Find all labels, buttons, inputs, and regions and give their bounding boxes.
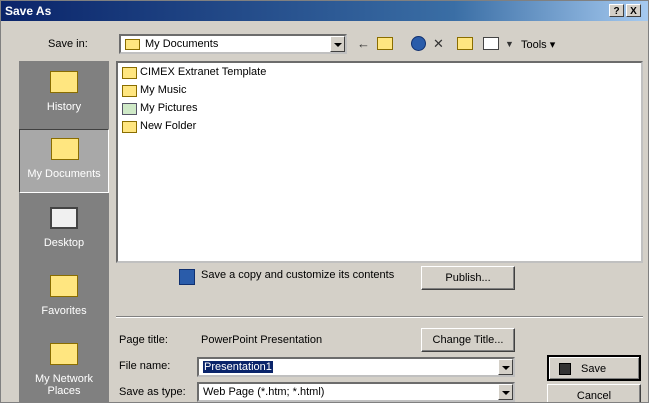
save-as-type-value: Web Page (*.htm; *.html) <box>203 386 325 398</box>
tools-label: Tools <box>521 39 547 51</box>
change-title-button[interactable]: Change Title... <box>421 328 515 352</box>
desktop-icon <box>50 207 78 229</box>
favorites-icon <box>50 275 78 297</box>
place-label: Desktop <box>43 237 85 249</box>
divider <box>116 316 643 318</box>
page-title-label: Page title: <box>119 334 168 346</box>
publish-button[interactable]: Publish... <box>421 266 515 290</box>
file-name-label: File name: <box>119 360 171 372</box>
my-documents-icon <box>125 39 140 50</box>
delete-icon[interactable]: ✕ <box>433 34 444 54</box>
chevron-down-icon[interactable] <box>498 384 513 400</box>
file-name: My Music <box>140 84 187 96</box>
file-name: My Pictures <box>140 102 198 114</box>
help-button[interactable]: ? <box>609 4 624 17</box>
chevron-down-icon[interactable] <box>330 36 345 52</box>
chevron-down-icon[interactable] <box>498 359 513 375</box>
place-label: Favorites <box>41 305 87 317</box>
file-list[interactable]: CIMEX Extranet Template My Music My Pict… <box>116 61 643 263</box>
new-folder-icon[interactable] <box>457 37 473 50</box>
places-bar: History My Documents Desktop Favorites M… <box>19 61 109 402</box>
views-dropdown-icon[interactable]: ▼ <box>505 34 514 54</box>
dialog-title: Save As <box>5 4 52 18</box>
place-desktop[interactable]: Desktop <box>19 199 109 263</box>
place-my-documents[interactable]: My Documents <box>19 129 109 193</box>
place-favorites[interactable]: Favorites <box>19 267 109 331</box>
folder-icon <box>122 67 137 79</box>
up-folder-icon[interactable] <box>377 37 393 50</box>
network-places-icon <box>50 343 78 365</box>
save-label: Save <box>581 363 607 375</box>
pictures-folder-icon <box>122 103 137 115</box>
save-as-type-label: Save as type: <box>119 386 186 398</box>
publish-text: Save a copy and customize its contents <box>201 269 395 281</box>
folder-icon <box>122 85 137 97</box>
place-history[interactable]: History <box>19 63 109 127</box>
place-label: My Network Places <box>34 373 94 397</box>
back-icon[interactable]: ← <box>357 34 370 54</box>
tools-menu[interactable]: Tools ▾ <box>521 38 555 51</box>
cancel-button[interactable]: Cancel <box>547 384 641 402</box>
place-label: History <box>46 101 82 113</box>
page-title-value: PowerPoint Presentation <box>201 334 323 346</box>
history-icon <box>50 71 78 93</box>
file-name: New Folder <box>140 120 197 132</box>
folder-icon <box>122 121 137 133</box>
save-as-dialog: Save As ? X Save in: My Documents ← ✕ ▼ … <box>0 0 649 403</box>
save-in-value: My Documents <box>145 38 219 50</box>
title-bar[interactable]: Save As ? X <box>1 1 648 21</box>
publish-icon <box>179 269 195 285</box>
close-button[interactable]: X <box>626 4 641 17</box>
place-label: My Documents <box>27 168 101 180</box>
file-name-value: Presentation1 <box>203 361 273 373</box>
search-web-icon[interactable] <box>411 36 426 51</box>
floppy-disk-icon <box>559 363 571 375</box>
save-as-type-dropdown[interactable]: Web Page (*.htm; *.html) <box>197 382 515 402</box>
file-name-field[interactable]: Presentation1 <box>197 357 515 377</box>
place-my-network-places[interactable]: My Network Places <box>19 335 109 399</box>
save-in-label: Save in: <box>48 38 88 50</box>
my-documents-icon <box>51 138 79 160</box>
save-button[interactable]: Save <box>547 355 641 381</box>
views-icon[interactable] <box>483 37 499 50</box>
file-name: CIMEX Extranet Template <box>140 66 267 78</box>
save-in-dropdown[interactable]: My Documents <box>119 34 347 54</box>
